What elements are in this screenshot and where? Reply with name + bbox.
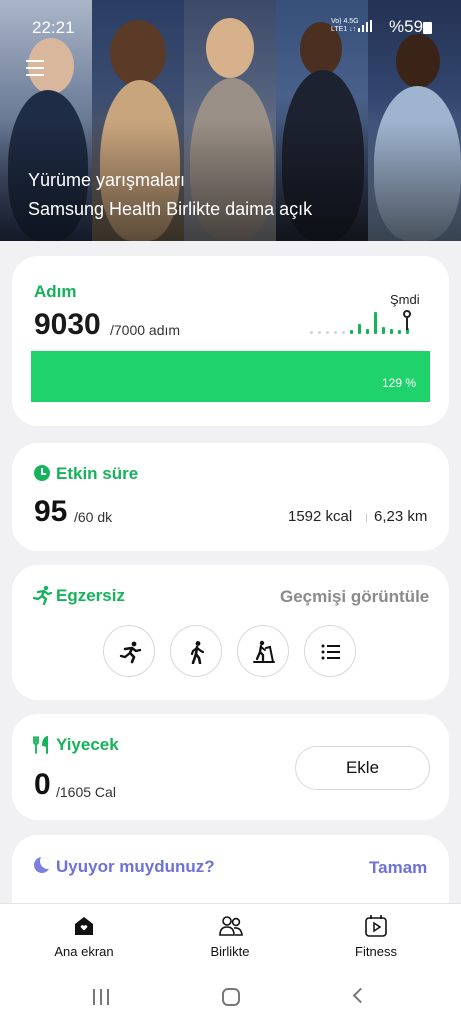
- steps-progress-percent: 129 %: [381, 376, 416, 390]
- network-bottom: LTE1 ↓↑: [331, 26, 357, 33]
- nav-together[interactable]: Birlikte: [175, 904, 285, 974]
- exercise-card[interactable]: Egzersiz Geçmişi görüntüle: [12, 565, 449, 700]
- hour-bar: [350, 330, 353, 334]
- active-time-value: 95: [34, 495, 68, 528]
- treadmill-icon: [253, 640, 275, 663]
- hour-bar: [326, 331, 329, 334]
- steps-goal: /7000 adım: [110, 322, 181, 338]
- hour-bar: [318, 331, 321, 334]
- hour-bar: [334, 331, 337, 334]
- list-icon: [321, 644, 340, 660]
- more-exercises-button[interactable]: [304, 625, 356, 677]
- status-bar: 22:21 Vo) 4.5G LTE1 ↓↑ %59: [0, 0, 461, 52]
- divider: [366, 513, 367, 522]
- moon-icon: [34, 857, 50, 873]
- nav-home[interactable]: Ana ekran: [29, 904, 139, 974]
- food-goal: /1605 Cal: [56, 784, 116, 800]
- sleep-title: Uyuyor muydunuz?: [56, 857, 215, 876]
- active-time-card[interactable]: Etkin süre 95 /60 dk 1592 kcal 6,23 km: [12, 443, 449, 551]
- hour-bar: [374, 312, 377, 334]
- active-time-title: Etkin süre: [56, 464, 139, 483]
- people-icon: [219, 916, 243, 936]
- hour-bar: [310, 331, 313, 334]
- system-home-icon[interactable]: [222, 988, 240, 1006]
- battery-percent: %59: [389, 17, 424, 36]
- hour-bar: [382, 327, 385, 334]
- walking-button[interactable]: [170, 625, 222, 677]
- running-icon: [32, 585, 52, 605]
- food-value: 0: [34, 768, 51, 801]
- back-icon[interactable]: [352, 987, 369, 1004]
- now-label: Şmdi: [390, 292, 420, 307]
- nav-fitness-label: Fitness: [355, 944, 397, 959]
- walking-icon: [190, 641, 205, 664]
- bottom-navigation: Ana ekran Birlikte Fitness: [0, 903, 461, 973]
- nav-home-label: Ana ekran: [54, 944, 114, 959]
- view-history-link[interactable]: Geçmişi görüntüle: [280, 587, 429, 607]
- hero-subtitle: Samsung Health Birlikte daima açık: [28, 199, 313, 219]
- fitness-video-icon: [365, 915, 387, 937]
- hour-bar: [390, 329, 393, 334]
- steps-progress-bar: 129 %: [31, 351, 430, 402]
- add-food-button[interactable]: Ekle: [295, 746, 430, 790]
- recent-apps-icon[interactable]: [93, 989, 111, 1005]
- food-card[interactable]: Yiyecek 0 /1605 Cal Ekle: [12, 714, 449, 820]
- running-icon: [119, 641, 142, 664]
- sleep-ok-button[interactable]: Tamam: [369, 858, 427, 878]
- signal-icon: [358, 20, 372, 32]
- calories-value: 1592 kcal: [288, 508, 353, 525]
- network-top: Vo) 4.5G: [331, 18, 359, 25]
- hour-bar: [398, 330, 401, 334]
- steps-hourly-bars: [308, 308, 412, 334]
- nav-together-label: Birlikte: [210, 944, 250, 959]
- battery-icon: [423, 22, 432, 34]
- steps-progress-fill: [31, 351, 430, 402]
- distance-value: 6,23 km: [374, 508, 428, 525]
- steps-value: 9030: [34, 308, 101, 341]
- system-navigation-bar: [0, 973, 461, 1024]
- hero-title: Yürüme yarışmaları: [28, 170, 186, 190]
- hour-bar: [366, 329, 369, 334]
- network-indicator: Vo) 4.5G LTE1 ↓↑: [331, 18, 359, 34]
- active-time-goal: /60 dk: [74, 509, 113, 525]
- status-time: 22:21: [32, 18, 75, 37]
- fork-knife-icon: [33, 736, 48, 754]
- treadmill-button[interactable]: [237, 625, 289, 677]
- nav-fitness[interactable]: Fitness: [321, 904, 431, 974]
- now-marker-line: [406, 318, 408, 330]
- hour-bar: [358, 324, 361, 334]
- menu-icon[interactable]: [26, 59, 46, 77]
- food-title: Yiyecek: [56, 735, 119, 754]
- exercise-title: Egzersiz: [56, 586, 125, 605]
- home-icon: [75, 917, 93, 935]
- now-marker-icon: [403, 310, 411, 318]
- steps-title: Adım: [34, 282, 77, 301]
- running-button[interactable]: [103, 625, 155, 677]
- clock-icon: [34, 465, 50, 481]
- steps-card[interactable]: Adım 9030 /7000 adım Şmdi 129 %: [12, 256, 449, 426]
- hour-bar: [342, 331, 345, 334]
